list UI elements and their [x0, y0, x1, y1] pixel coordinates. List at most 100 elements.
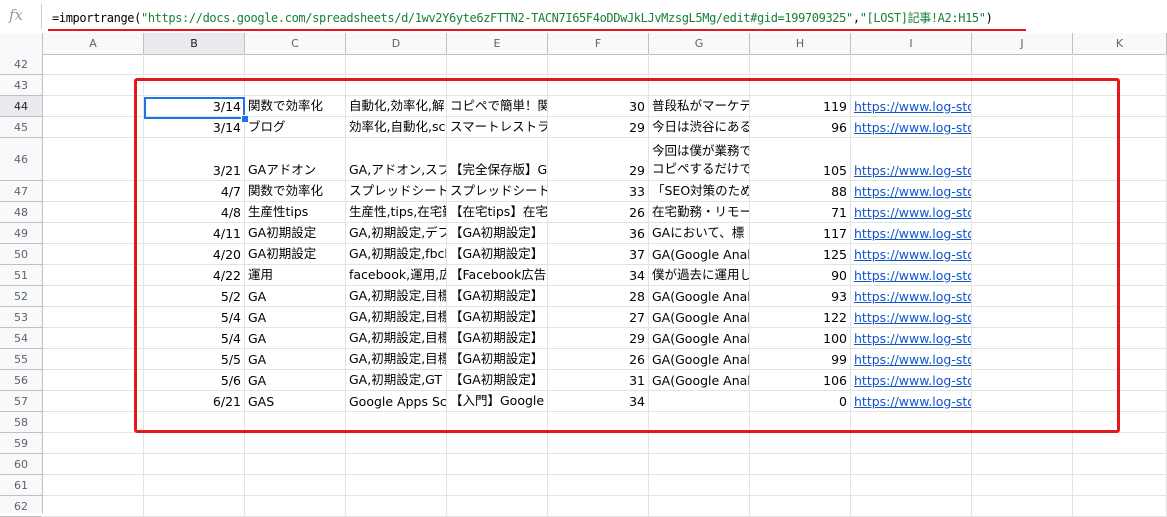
cell-g43[interactable] — [649, 75, 750, 96]
cell-c58[interactable] — [245, 412, 346, 433]
cell-e48[interactable]: 【在宅tips】在宅 — [447, 202, 548, 223]
cell-i49[interactable]: https://www.log-stocker.com/analytics/20… — [851, 223, 972, 244]
cell-i44[interactable]: https://www.log-stocker.com/function/66/ — [851, 96, 972, 117]
column-header-b[interactable]: B — [144, 33, 245, 54]
cell-d51[interactable]: facebook,運用,広 — [346, 265, 447, 286]
cell-b47[interactable]: 4/7 — [144, 181, 245, 202]
cell-f47[interactable]: 33 — [548, 181, 649, 202]
cell-i58[interactable] — [851, 412, 972, 433]
cell-d57[interactable]: Google Apps Scri — [346, 391, 447, 412]
cell-e49[interactable]: 【GA初期設定】 — [447, 223, 548, 244]
cell-e60[interactable] — [447, 454, 548, 475]
cell-f58[interactable] — [548, 412, 649, 433]
cell-c60[interactable] — [245, 454, 346, 475]
cell-h46[interactable]: 105 — [750, 138, 851, 181]
cell-b48[interactable]: 4/8 — [144, 202, 245, 223]
cell-b51[interactable]: 4/22 — [144, 265, 245, 286]
cell-j59[interactable] — [972, 433, 1073, 454]
cell-e43[interactable] — [447, 75, 548, 96]
cell-d42[interactable] — [346, 54, 447, 75]
spreadsheet-grid[interactable]: 3/14 関数で効率化 自動化,効率化,解 コピペで簡単！関 30 普段私がマーケテ 119… — [43, 54, 1167, 517]
row-header-61[interactable]: 61 — [0, 475, 42, 496]
row-header-53[interactable]: 53 — [0, 307, 42, 328]
cell-g52[interactable]: GA(Google Analy — [649, 286, 750, 307]
row-header-60[interactable]: 60 — [0, 454, 42, 475]
formula-bar[interactable]: fx =importrange("https://docs.google.com… — [0, 0, 1167, 34]
cell-f52[interactable]: 28 — [548, 286, 649, 307]
cell-d61[interactable] — [346, 475, 447, 496]
cell-d60[interactable] — [346, 454, 447, 475]
cell-e50[interactable]: 【GA初期設定】 — [447, 244, 548, 265]
column-header-c[interactable]: C — [245, 33, 346, 54]
cell-i51[interactable]: https://www.log-stocker.com/unyoo/254/ — [851, 265, 972, 286]
cell-f60[interactable] — [548, 454, 649, 475]
cell-g54[interactable]: GA(Google Analy — [649, 328, 750, 349]
cell-c44[interactable]: 関数で効率化 — [245, 96, 346, 117]
cell-c54[interactable]: GA — [245, 328, 346, 349]
cell-k42[interactable] — [1073, 54, 1167, 75]
cell-f61[interactable] — [548, 475, 649, 496]
cell-h42[interactable] — [750, 54, 851, 75]
cell-a44[interactable] — [43, 96, 144, 117]
cell-d52[interactable]: GA,初期設定,目標 — [346, 286, 447, 307]
cell-k50[interactable] — [1073, 244, 1167, 265]
cell-e62[interactable] — [447, 496, 548, 517]
cell-k61[interactable] — [1073, 475, 1167, 496]
cell-j43[interactable] — [972, 75, 1073, 96]
cell-g49[interactable]: GAにおいて、標 — [649, 223, 750, 244]
row-header-44[interactable]: 44 — [0, 96, 42, 117]
cell-j51[interactable] — [972, 265, 1073, 286]
cell-j49[interactable] — [972, 223, 1073, 244]
cell-j61[interactable] — [972, 475, 1073, 496]
cell-d50[interactable]: GA,初期設定,fbcl — [346, 244, 447, 265]
cell-g47[interactable]: 「SEO対策のため — [649, 181, 750, 202]
cell-a47[interactable] — [43, 181, 144, 202]
cell-c50[interactable]: GA初期設定 — [245, 244, 346, 265]
cell-g46[interactable]: 今回は僕が業務で コピペするだけで — [649, 138, 750, 181]
cell-b61[interactable] — [144, 475, 245, 496]
cell-d46[interactable]: GA,アドオン,スプ — [346, 138, 447, 181]
cell-f53[interactable]: 27 — [548, 307, 649, 328]
cell-f51[interactable]: 34 — [548, 265, 649, 286]
cell-b60[interactable] — [144, 454, 245, 475]
row-header-56[interactable]: 56 — [0, 370, 42, 391]
cell-k59[interactable] — [1073, 433, 1167, 454]
cell-d58[interactable] — [346, 412, 447, 433]
cell-e55[interactable]: 【GA初期設定】 — [447, 349, 548, 370]
cell-h51[interactable]: 90 — [750, 265, 851, 286]
cell-e53[interactable]: 【GA初期設定】 — [447, 307, 548, 328]
cell-b57[interactable]: 6/21 — [144, 391, 245, 412]
cell-j55[interactable] — [972, 349, 1073, 370]
column-header-d[interactable]: D — [346, 33, 447, 54]
cell-i47[interactable]: https://www.log-stocker.com/function/173… — [851, 181, 972, 202]
cell-d48[interactable]: 生産性,tips,在宅勤 — [346, 202, 447, 223]
cell-d59[interactable] — [346, 433, 447, 454]
cell-a43[interactable] — [43, 75, 144, 96]
cell-c51[interactable]: 運用 — [245, 265, 346, 286]
cell-h43[interactable] — [750, 75, 851, 96]
cell-j52[interactable] — [972, 286, 1073, 307]
cell-a56[interactable] — [43, 370, 144, 391]
cell-c59[interactable] — [245, 433, 346, 454]
cell-c61[interactable] — [245, 475, 346, 496]
column-header-a[interactable]: A — [43, 33, 144, 54]
cell-j50[interactable] — [972, 244, 1073, 265]
cell-k46[interactable] — [1073, 138, 1167, 181]
cell-e52[interactable]: 【GA初期設定】 — [447, 286, 548, 307]
cell-b55[interactable]: 5/5 — [144, 349, 245, 370]
row-header-51[interactable]: 51 — [0, 265, 42, 286]
cell-f45[interactable]: 29 — [548, 117, 649, 138]
cell-i60[interactable] — [851, 454, 972, 475]
row-header-48[interactable]: 48 — [0, 202, 42, 223]
cell-i56[interactable]: https://www.log-stocker.com/analytics/41… — [851, 370, 972, 391]
cell-a59[interactable] — [43, 433, 144, 454]
cell-i48[interactable]: https://www.log-stocker.com/seisansei/16… — [851, 202, 972, 223]
cell-b62[interactable] — [144, 496, 245, 517]
cell-i43[interactable] — [851, 75, 972, 96]
cell-d44[interactable]: 自動化,効率化,解 — [346, 96, 447, 117]
cell-j53[interactable] — [972, 307, 1073, 328]
cell-d54[interactable]: GA,初期設定,目標 — [346, 328, 447, 349]
cell-a48[interactable] — [43, 202, 144, 223]
cell-f49[interactable]: 36 — [548, 223, 649, 244]
cell-a52[interactable] — [43, 286, 144, 307]
